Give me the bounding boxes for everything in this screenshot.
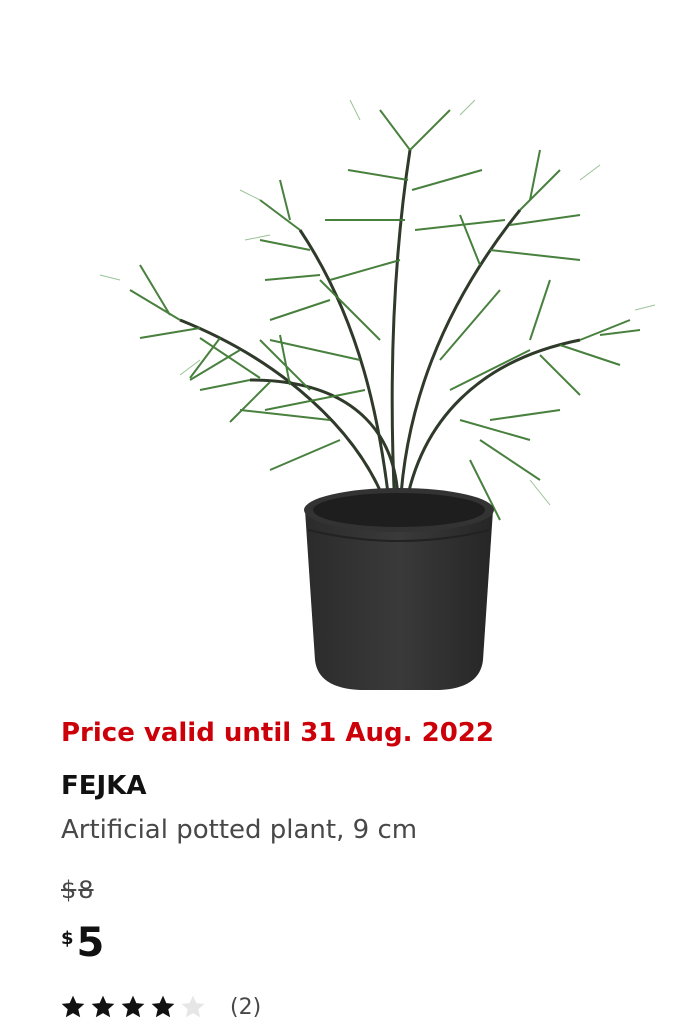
- product-image[interactable]: [60, 60, 660, 700]
- product-card[interactable]: Price valid until 31 Aug. 2022 FEJKA Art…: [0, 0, 680, 1022]
- star-filled-icon: [91, 995, 115, 1018]
- price-validity-notice: Price valid until 31 Aug. 2022: [61, 718, 494, 748]
- rating-stars: [60, 994, 206, 1020]
- current-price-currency: $: [61, 928, 74, 949]
- product-name[interactable]: FEJKA: [61, 771, 146, 801]
- current-price: $ 5: [61, 920, 104, 966]
- star-empty-icon: [181, 995, 205, 1018]
- review-count[interactable]: (2): [230, 995, 261, 1020]
- product-description[interactable]: Artificial potted plant, 9 cm: [61, 815, 417, 845]
- previous-price: $8: [61, 876, 94, 904]
- previous-price-currency: $: [61, 876, 77, 904]
- star-filled-icon: [61, 995, 85, 1018]
- star-filled-icon: [121, 995, 145, 1018]
- star-filled-icon: [151, 995, 175, 1018]
- current-price-amount: 5: [76, 920, 105, 966]
- product-rating[interactable]: (2): [60, 994, 261, 1020]
- previous-price-amount: 8: [78, 876, 94, 904]
- potted-plant-illustration: [99, 99, 656, 690]
